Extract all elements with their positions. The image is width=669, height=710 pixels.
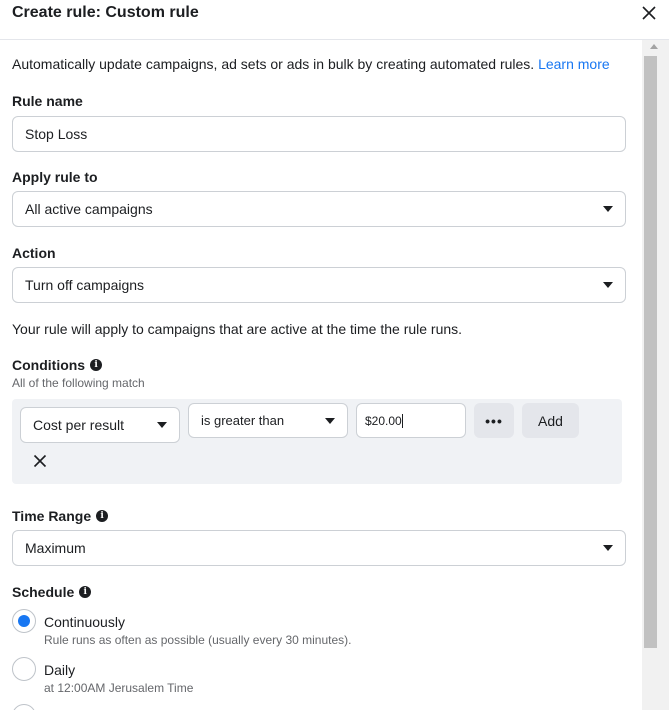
apply-note: Your rule will apply to campaigns that a… (12, 321, 463, 337)
chevron-down-icon (603, 206, 613, 212)
rule-name-value: Stop Loss (25, 126, 88, 142)
condition-metric-select[interactable]: Cost per result (20, 407, 180, 443)
close-icon (642, 6, 656, 20)
condition-value-text: $20.00 (365, 413, 402, 428)
action-select[interactable]: Turn off campaigns (12, 267, 626, 303)
more-options-button[interactable]: ••• (474, 403, 514, 438)
info-icon[interactable]: i (96, 510, 109, 522)
apply-rule-label: Apply rule to (12, 169, 98, 185)
chevron-down-icon (157, 422, 167, 428)
intro-text: Automatically update campaigns, ad sets … (12, 56, 610, 72)
text-cursor (401, 413, 403, 428)
condition-operator-select[interactable]: is greater than (188, 403, 348, 438)
info-icon[interactable]: i (90, 359, 103, 371)
dialog-title: Create rule: Custom rule (12, 4, 199, 21)
chevron-down-icon (603, 545, 613, 551)
dialog-header: Create rule: Custom rule (0, 0, 669, 40)
schedule-option-description: Rule runs as often as possible (usually … (44, 633, 352, 647)
chevron-down-icon (603, 282, 613, 288)
time-range-value: Maximum (25, 540, 86, 556)
learn-more-link[interactable]: Learn more (538, 56, 610, 72)
condition-row: Cost per result is greater than $20.00 •… (12, 399, 622, 484)
close-button[interactable] (639, 3, 659, 23)
scrollbar[interactable] (642, 40, 669, 710)
info-icon[interactable]: i (79, 586, 92, 598)
apply-rule-value: All active campaigns (25, 201, 153, 217)
rule-name-input[interactable]: Stop Loss (12, 116, 626, 152)
remove-condition-button[interactable] (30, 451, 50, 471)
schedule-label: Schedule i (12, 584, 92, 600)
condition-value-input[interactable]: $20.00 (356, 403, 466, 438)
conditions-sublabel: All of the following match (12, 376, 145, 390)
chevron-down-icon (325, 417, 335, 424)
schedule-next-radio[interactable] (12, 704, 36, 710)
add-condition-button[interactable]: Add (522, 403, 579, 438)
action-label: Action (12, 245, 56, 261)
schedule-daily-radio[interactable] (12, 657, 36, 681)
apply-rule-select[interactable]: All active campaigns (12, 191, 626, 227)
action-value: Turn off campaigns (25, 277, 145, 293)
scroll-up-arrow-icon[interactable] (650, 44, 658, 49)
scrollbar-thumb[interactable] (644, 56, 657, 648)
close-icon (33, 454, 47, 468)
more-icon: ••• (485, 412, 503, 429)
radio-selected-dot (18, 615, 30, 627)
time-range-label: Time Range i (12, 508, 109, 524)
schedule-continuously-radio[interactable] (12, 609, 36, 633)
schedule-option-label: Continuously (44, 614, 125, 630)
schedule-option-label: Daily (44, 662, 76, 678)
time-range-select[interactable]: Maximum (12, 530, 626, 566)
dialog-body: Automatically update campaigns, ad sets … (0, 40, 642, 710)
rule-name-label: Rule name (12, 93, 83, 109)
condition-metric-value: Cost per result (33, 417, 125, 433)
conditions-label: Conditions i (12, 357, 103, 373)
schedule-option-description: at 12:00AM Jerusalem Time (44, 681, 194, 695)
condition-operator-value: is greater than (201, 413, 285, 428)
